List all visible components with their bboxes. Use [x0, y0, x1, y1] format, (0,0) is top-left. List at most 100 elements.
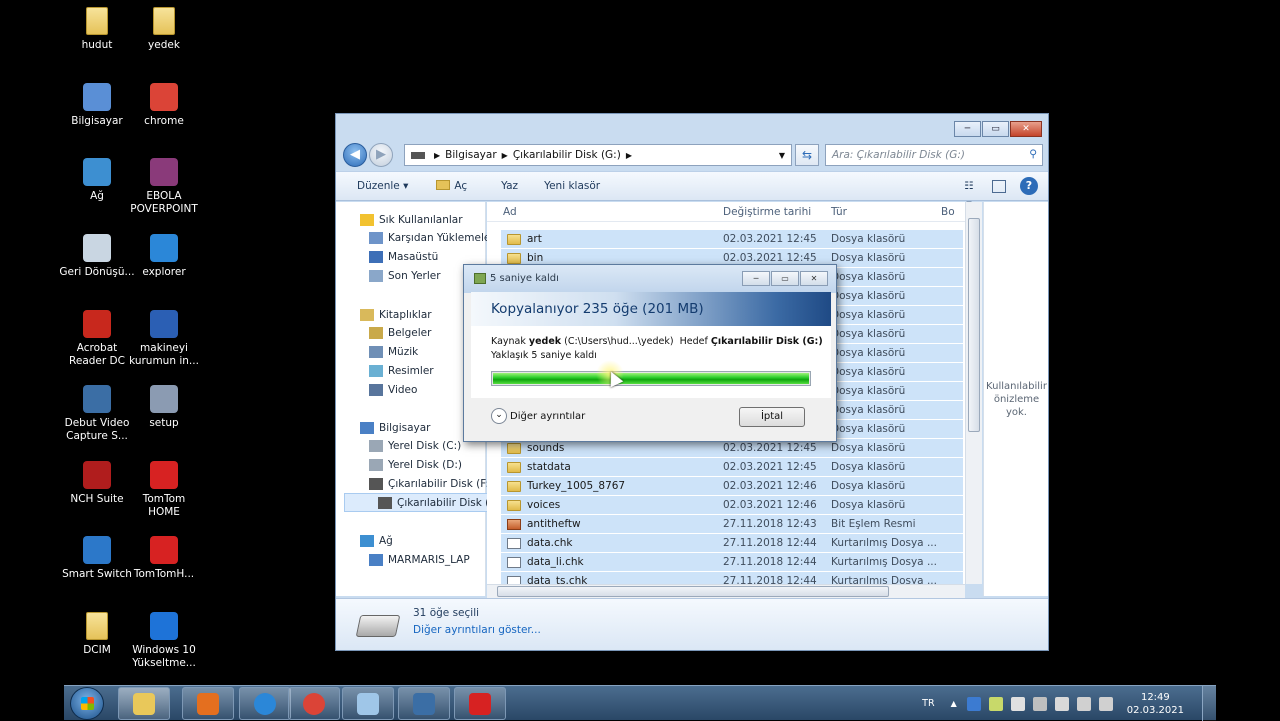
tray-expand-icon[interactable]: ▲ — [951, 699, 957, 708]
show-desktop-button[interactable] — [1202, 686, 1216, 721]
nav-item-yerel-disk-d[interactable]: Yerel Disk (D:) — [336, 455, 484, 474]
nav-item-marmaris-lap[interactable]: MARMARIS_LAP — [336, 550, 484, 569]
taskbar-explorer-button[interactable] — [118, 687, 170, 720]
desktop-icon-windows-10-yükseltme[interactable]: Windows 10 Yükseltme... — [126, 611, 202, 670]
search-input[interactable]: Ara: Çıkarılabilir Disk (G:) ⚲ — [825, 144, 1043, 166]
breadcrumb-drive[interactable]: Çıkarılabilir Disk (G:) — [513, 149, 621, 161]
column-size[interactable]: Bo — [941, 206, 961, 218]
column-type[interactable]: Tür — [831, 206, 941, 218]
source-name[interactable]: yedek — [529, 336, 561, 347]
new-folder-button[interactable]: Yeni klasör — [544, 180, 600, 192]
burn-button[interactable]: Yaz — [501, 180, 518, 192]
organize-button[interactable]: Düzenle ▾ — [357, 180, 408, 192]
desktop-icon-explorer[interactable]: explorer — [126, 233, 202, 279]
nav-item-müzik[interactable]: Müzik — [336, 342, 484, 361]
nav-item-masaüstü[interactable]: Masaüstü — [336, 247, 484, 266]
nav-item-sık-kullanılanlar[interactable]: Sık Kullanılanlar — [336, 210, 484, 229]
tray-device-icon[interactable] — [1032, 696, 1047, 711]
address-bar[interactable]: ▶ Bilgisayar ▶ Çıkarılabilir Disk (G:) ▶… — [404, 144, 792, 166]
taskbar-media-player-button[interactable] — [182, 687, 234, 720]
desktop-icon-setup[interactable]: setup — [126, 384, 202, 430]
minimize-button[interactable]: ─ — [954, 121, 981, 137]
desktop-icon-tomtom-home[interactable]: TomTom HOME — [126, 460, 202, 519]
clock[interactable]: 12:49 02.03.2021 — [1127, 691, 1184, 717]
taskbar-debut-button[interactable] — [398, 687, 450, 720]
address-dropdown-icon[interactable]: ▼ — [779, 151, 785, 160]
refresh-button[interactable]: ⇆ — [795, 144, 819, 166]
nav-item-son-yerler[interactable]: Son Yerler — [336, 266, 484, 285]
network-signal-icon[interactable] — [1076, 696, 1091, 711]
desktop-icon-geri-dönüşü[interactable]: Geri Dönüşü... — [59, 233, 135, 279]
help-icon[interactable]: ? — [1020, 177, 1038, 195]
file-row[interactable]: voices 02.03.2021 12:46 Dosya klasörü — [501, 496, 963, 515]
breadcrumb-computer[interactable]: Bilgisayar — [445, 149, 497, 161]
nav-item-label: Kitaplıklar — [379, 308, 432, 321]
computer-icon — [82, 82, 112, 112]
column-name[interactable]: Ad — [487, 206, 723, 218]
desktop-icon-bilgisayar[interactable]: Bilgisayar — [59, 82, 135, 128]
dialog-minimize-button[interactable]: ─ — [742, 271, 770, 286]
desktop-icon-hudut[interactable]: hudut — [59, 6, 135, 52]
vertical-scroll-thumb[interactable] — [968, 218, 980, 432]
desktop-icon-acrobat-reader-dc[interactable]: Acrobat Reader DC — [59, 309, 135, 368]
desktop-icon-ağ[interactable]: Ağ — [59, 157, 135, 203]
tray-usb-icon[interactable] — [1054, 696, 1069, 711]
close-button[interactable]: ✕ — [1010, 121, 1042, 137]
dest-name[interactable]: Çıkarılabilir Disk (G:) — [711, 336, 823, 347]
preview-pane-icon[interactable] — [992, 179, 1006, 193]
desktop-icon-smart-switch[interactable]: Smart Switch — [59, 535, 135, 581]
nav-item-ağ[interactable]: Ağ — [336, 531, 484, 550]
tray-app-icon[interactable] — [966, 696, 981, 711]
search-placeholder: Ara: Çıkarılabilir Disk (G:) — [832, 149, 965, 161]
column-date[interactable]: Değiştirme tarihi — [723, 206, 831, 218]
nav-item-resimler[interactable]: Resimler — [336, 361, 484, 380]
show-more-details-link[interactable]: Diğer ayrıntıları göster... — [413, 624, 541, 636]
recent-places-icon — [369, 269, 383, 282]
file-row[interactable]: statdata 02.03.2021 12:45 Dosya klasörü — [501, 458, 963, 477]
nav-item-belgeler[interactable]: Belgeler — [336, 323, 484, 342]
nav-item-label: Karşıdan Yüklemeler — [388, 231, 495, 244]
desktop-icon-ebola-poverpoint[interactable]: EBOLA POVERPOINT — [126, 157, 202, 216]
nav-item-yerel-disk-c[interactable]: Yerel Disk (C:) — [336, 436, 484, 455]
start-button[interactable] — [70, 687, 104, 720]
file-row[interactable]: Turkey_1005_8767 02.03.2021 12:46 Dosya kl… — [501, 477, 963, 496]
taskbar-tomtom-button[interactable] — [454, 687, 506, 720]
file-row[interactable]: antitheftw 27.11.2018 12:43 Bit Eşlem Resm… — [501, 515, 963, 534]
vertical-scrollbar[interactable] — [965, 202, 982, 584]
desktop-icon-dcim[interactable]: DCIM — [59, 611, 135, 657]
nav-item-kitaplıklar[interactable]: Kitaplıklar — [336, 305, 484, 324]
preview-pane: Kullanılabilir önizleme yok. — [983, 202, 1048, 596]
desktop-icon-tomtomh[interactable]: TomTomH... — [126, 535, 202, 581]
taskbar-ie-button[interactable] — [239, 687, 291, 720]
tray-action-center-icon[interactable] — [1010, 696, 1025, 711]
horizontal-scrollbar[interactable] — [487, 584, 965, 598]
nav-item-video[interactable]: Video — [336, 380, 484, 399]
taskbar-notepad-button[interactable] — [342, 687, 394, 720]
dialog-close-button[interactable]: ✕ — [800, 271, 828, 286]
back-button[interactable]: ◀ — [343, 143, 367, 167]
volume-icon[interactable] — [1098, 696, 1113, 711]
dialog-maximize-button[interactable]: ▭ — [771, 271, 799, 286]
desktop-icon-chrome[interactable]: chrome — [126, 82, 202, 128]
tray-vpn-icon[interactable] — [988, 696, 1003, 711]
more-details-toggle[interactable]: ⌄ Diğer ayrıntılar — [491, 408, 585, 424]
desktop-icon-makineyi-kurumun-in[interactable]: makineyi kurumun in... — [126, 309, 202, 368]
file-row[interactable]: data.chk 27.11.2018 12:44 Kurtarılmış Dosy… — [501, 534, 963, 553]
view-options-icon[interactable]: ☷ ▾ — [960, 177, 978, 210]
nav-item-karşıdan-yüklemeler[interactable]: Karşıdan Yüklemeler — [336, 228, 495, 247]
desktop-icon-nch-suite[interactable]: NCH Suite — [59, 460, 135, 506]
forward-button[interactable]: ▶ — [369, 143, 393, 167]
nav-item-çıkarılabilir-disk-f[interactable]: Çıkarılabilir Disk (F:) — [336, 474, 493, 493]
cancel-button[interactable]: İptal — [739, 407, 805, 427]
nav-item-bilgisayar[interactable]: Bilgisayar — [336, 418, 484, 437]
desktop-icon-yedek[interactable]: yedek — [126, 6, 202, 52]
file-row[interactable]: data_li.chk 27.11.2018 12:44 Kurtarılmış D… — [501, 553, 963, 572]
open-button[interactable]: Aç — [436, 180, 467, 192]
desktop-icon-debut-video-capture-s[interactable]: Debut Video Capture S... — [59, 384, 135, 443]
horizontal-scroll-thumb[interactable] — [497, 586, 889, 597]
maximize-button[interactable]: ▭ — [982, 121, 1009, 137]
file-row[interactable]: art 02.03.2021 12:45 Dosya klasörü — [501, 230, 963, 249]
nav-item-çıkarılabilir-disk-g[interactable]: Çıkarılabilir Disk (G:) — [344, 493, 505, 512]
language-indicator[interactable]: TR — [922, 698, 934, 709]
taskbar-chrome-button[interactable] — [288, 687, 340, 720]
